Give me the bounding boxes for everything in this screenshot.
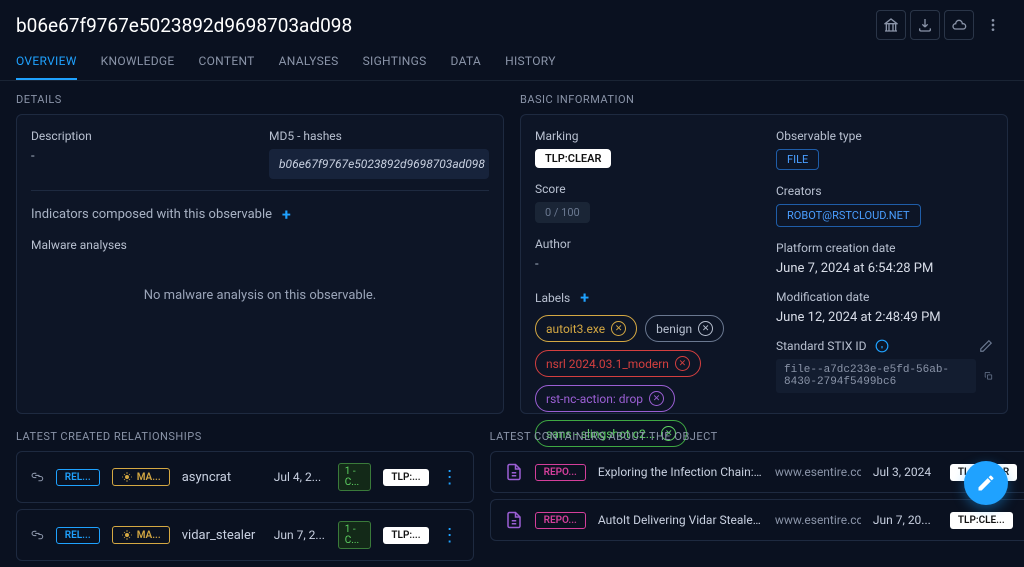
tlp-badge: TLP:CLE... bbox=[950, 512, 1013, 529]
marking-label: Marking bbox=[535, 129, 752, 143]
containers-heading: LATEST CONTAINERS ABOUT THE OBJECT bbox=[490, 418, 1024, 451]
nav-tabs: OVERVIEW KNOWLEDGE CONTENT ANALYSES SIGH… bbox=[0, 44, 1024, 81]
tab-knowledge[interactable]: KNOWLEDGE bbox=[101, 44, 175, 80]
tab-analyses[interactable]: ANALYSES bbox=[279, 44, 339, 80]
creators-label: Creators bbox=[776, 184, 993, 198]
cloud-icon-button[interactable] bbox=[944, 10, 974, 40]
container-row[interactable]: REPO... AutoIt Delivering Vidar Stealer … bbox=[490, 499, 1024, 541]
stix-value: file--a7dc233e-e5fd-56ab-8430-2794f5499b… bbox=[776, 359, 976, 393]
created-value: June 7, 2024 at 6:54:28 PM bbox=[776, 261, 993, 276]
type-badge: MA... bbox=[112, 526, 170, 544]
container-title: Exploring the Infection Chain: Screen... bbox=[598, 465, 763, 479]
document-icon bbox=[505, 463, 523, 481]
label-chip[interactable]: autoit3.exe✕ bbox=[535, 315, 637, 342]
tab-sightings[interactable]: SIGHTINGS bbox=[363, 44, 427, 80]
relationship-row[interactable]: REL... MA... asyncrat Jul 4, 2... 1 - C.… bbox=[16, 451, 474, 503]
header-actions bbox=[876, 10, 1008, 40]
download-icon-button[interactable] bbox=[910, 10, 940, 40]
edit-fab-button[interactable] bbox=[964, 461, 1008, 505]
basic-panel: Marking TLP:CLEAR Score 0 / 100 Author -… bbox=[520, 114, 1008, 414]
rel-badge: REL... bbox=[56, 527, 100, 544]
container-title: AutoIt Delivering Vidar Stealer Via Dr..… bbox=[598, 513, 763, 527]
rel-badge: REL... bbox=[56, 469, 100, 486]
created-label: Platform creation date bbox=[776, 241, 993, 255]
rel-name: asyncrat bbox=[182, 470, 262, 485]
edit-stix-icon[interactable] bbox=[979, 339, 993, 353]
rel-name: vidar_stealer bbox=[182, 528, 262, 543]
container-date: Jun 7, 20... bbox=[873, 513, 938, 527]
description-label: Description bbox=[31, 129, 245, 143]
details-panel: Description - MD5 - hashes b06e67f9767e5… bbox=[16, 114, 504, 414]
indicators-label: Indicators composed with this observable bbox=[31, 207, 272, 222]
add-label-button[interactable]: + bbox=[580, 288, 589, 307]
repo-badge: REPO... bbox=[535, 512, 586, 529]
info-icon[interactable] bbox=[875, 339, 889, 353]
modified-value: June 12, 2024 at 2:48:49 PM bbox=[776, 310, 993, 325]
no-malware-text: No malware analysis on this observable. bbox=[31, 258, 489, 333]
author-label: Author bbox=[535, 237, 752, 251]
basic-heading: BASIC INFORMATION bbox=[520, 81, 1008, 114]
container-source: www.esentire.com bbox=[775, 465, 861, 479]
tlp-badge: TLP:... bbox=[383, 469, 428, 486]
details-heading: DETAILS bbox=[16, 81, 504, 114]
more-icon-button[interactable] bbox=[978, 10, 1008, 40]
remove-label-icon[interactable]: ✕ bbox=[649, 391, 664, 406]
container-date: Jul 3, 2024 bbox=[873, 465, 938, 479]
md5-hash-box: b06e67f9767e5023892d9698703ad098 bbox=[269, 149, 489, 179]
relation-icon bbox=[31, 468, 44, 486]
page-title: b06e67f9767e5023892d9698703ad098 bbox=[16, 14, 352, 37]
remove-label-icon[interactable]: ✕ bbox=[675, 356, 690, 371]
rel-date: Jul 4, 2... bbox=[274, 470, 326, 484]
modified-label: Modification date bbox=[776, 290, 993, 304]
confidence-badge: 1 - C... bbox=[338, 463, 372, 491]
description-value: - bbox=[31, 149, 245, 164]
container-source: www.esentire.com bbox=[775, 513, 861, 527]
tab-content[interactable]: CONTENT bbox=[199, 44, 255, 80]
type-chip[interactable]: FILE bbox=[776, 149, 819, 170]
tab-overview[interactable]: OVERVIEW bbox=[16, 44, 77, 80]
label-chip[interactable]: nsrl 2024.03.1_modern✕ bbox=[535, 350, 701, 377]
labels-label: Labels bbox=[535, 291, 570, 305]
relation-icon bbox=[31, 526, 44, 544]
remove-label-icon[interactable]: ✕ bbox=[698, 321, 713, 336]
document-icon bbox=[505, 511, 523, 529]
copy-stix-icon[interactable] bbox=[984, 369, 993, 383]
repo-badge: REPO... bbox=[535, 464, 586, 481]
tlp-badge: TLP:... bbox=[383, 527, 428, 544]
tab-history[interactable]: HISTORY bbox=[505, 44, 556, 80]
container-row[interactable]: REPO... Exploring the Infection Chain: S… bbox=[490, 451, 1024, 493]
stix-label: Standard STIX ID bbox=[776, 339, 867, 353]
author-value: - bbox=[535, 257, 752, 272]
relationships-heading: LATEST CREATED RELATIONSHIPS bbox=[16, 418, 474, 451]
remove-label-icon[interactable]: ✕ bbox=[611, 321, 626, 336]
row-more-icon[interactable]: ⋮ bbox=[441, 467, 459, 488]
md5-value: b06e67f9767e5023892d9698703ad098 bbox=[279, 157, 485, 171]
type-badge: MA... bbox=[112, 468, 170, 486]
marking-chip[interactable]: TLP:CLEAR bbox=[535, 149, 611, 168]
add-indicator-button[interactable]: + bbox=[282, 205, 291, 224]
malware-label: Malware analyses bbox=[31, 238, 489, 252]
md5-label: MD5 - hashes bbox=[269, 129, 489, 143]
row-more-icon[interactable]: ⋮ bbox=[441, 525, 459, 546]
bank-icon-button[interactable] bbox=[876, 10, 906, 40]
rel-date: Jun 7, 2... bbox=[274, 528, 326, 542]
type-label: Observable type bbox=[776, 129, 993, 143]
tab-data[interactable]: DATA bbox=[451, 44, 482, 80]
score-chip: 0 / 100 bbox=[535, 202, 590, 223]
relationship-row[interactable]: REL... MA... vidar_stealer Jun 7, 2... 1… bbox=[16, 509, 474, 561]
label-chip[interactable]: rst-nc-action: drop✕ bbox=[535, 385, 675, 412]
confidence-badge: 1 - C... bbox=[338, 521, 372, 549]
score-label: Score bbox=[535, 182, 752, 196]
label-chip[interactable]: benign✕ bbox=[645, 315, 724, 342]
creator-chip[interactable]: ROBOT@RSTCLOUD.NET bbox=[776, 204, 921, 227]
